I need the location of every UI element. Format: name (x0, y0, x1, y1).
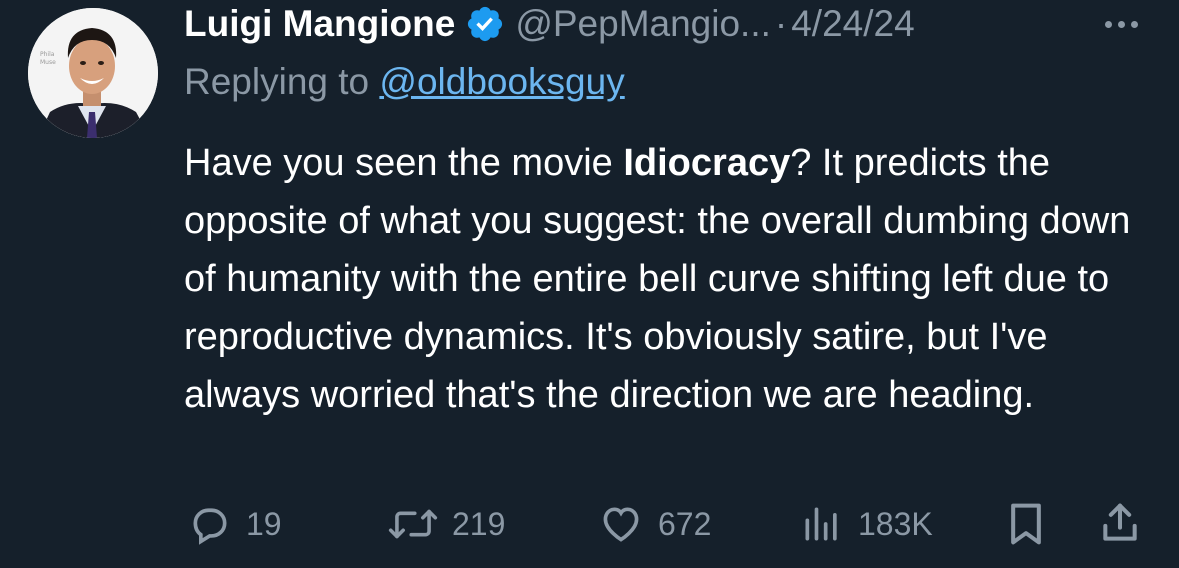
action-bar: 19 219 672 183K (184, 496, 1154, 552)
tweet-text: Have you seen the movie Idiocracy? It pr… (184, 134, 1164, 424)
tweet-header: Luigi Mangione @PepMangio... · 4/24/24 (184, 0, 915, 48)
tweet-date[interactable]: 4/24/24 (791, 0, 914, 48)
tweet-text-bold: Idiocracy (623, 142, 791, 184)
svg-text:Phila: Phila (40, 51, 55, 58)
reply-count: 19 (246, 505, 282, 542)
heart-icon (598, 502, 644, 546)
share-icon (1098, 500, 1142, 548)
reply-button[interactable]: 19 (188, 496, 282, 552)
more-options-icon[interactable] (1096, 6, 1146, 42)
retweet-icon (388, 502, 438, 546)
bookmark-icon (1004, 500, 1048, 548)
replying-to-line: Replying to @oldbooksguy (184, 58, 625, 106)
bookmark-button[interactable] (1004, 496, 1048, 552)
author-display-name[interactable]: Luigi Mangione (184, 0, 455, 48)
avatar[interactable]: Phila Muse (28, 8, 158, 138)
replying-to-prefix: Replying to (184, 61, 380, 102)
verified-badge-icon[interactable] (465, 4, 505, 44)
retweet-count: 219 (452, 505, 506, 542)
like-count: 672 (658, 505, 712, 542)
replying-to-mention-link[interactable]: @oldbooksguy (379, 61, 624, 102)
tweet-text-part: Have you seen the movie (184, 142, 624, 184)
reply-icon (188, 502, 232, 546)
svg-text:Muse: Muse (40, 59, 56, 66)
like-button[interactable]: 672 (598, 496, 711, 552)
views-button[interactable]: 183K (800, 496, 933, 552)
share-button[interactable] (1098, 496, 1142, 552)
views-count: 183K (858, 505, 933, 542)
views-bar-chart-icon (800, 502, 844, 546)
retweet-button[interactable]: 219 (388, 496, 505, 552)
author-handle[interactable]: @PepMangio... (515, 0, 771, 48)
header-separator: · (774, 3, 788, 44)
